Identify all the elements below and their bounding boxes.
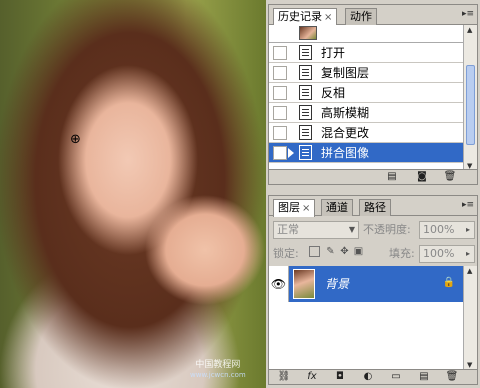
layers-panel-tabs: 图层 × 通道 路径 ▸≡ bbox=[269, 196, 477, 217]
scrollbar-thumb[interactable] bbox=[466, 65, 475, 145]
scroll-down-icon[interactable]: ▼ bbox=[467, 361, 472, 369]
opacity-value: 100% bbox=[423, 223, 455, 236]
fill-label: 填充: bbox=[389, 247, 415, 260]
history-item[interactable]: 反相 bbox=[269, 83, 465, 103]
history-panel-footer: ▤ ◙ 🗑 bbox=[269, 169, 477, 184]
history-brush-source-checkbox[interactable] bbox=[273, 106, 287, 120]
chevron-right-icon: ▸ bbox=[465, 249, 470, 258]
lock-all-icon[interactable]: ▣ bbox=[353, 246, 364, 257]
layers-panel-footer: ⛓ fx ◘ ◐ ▭ ▤ 🗑 bbox=[269, 369, 477, 384]
blend-mode-select[interactable]: 正常 ▼ bbox=[273, 221, 359, 239]
trash-icon[interactable]: 🗑 bbox=[443, 171, 457, 183]
tab-paths[interactable]: 路径 bbox=[359, 199, 391, 216]
tab-layers-label: 图层 bbox=[278, 201, 300, 214]
watermark-url: www.jcwcn.com bbox=[190, 371, 246, 379]
close-icon[interactable]: × bbox=[324, 12, 332, 23]
history-brush-source-checkbox[interactable] bbox=[273, 86, 287, 100]
eye-icon[interactable]: 👁 bbox=[269, 266, 289, 302]
fill-value: 100% bbox=[423, 247, 455, 260]
lock-position-icon[interactable]: ✥ bbox=[339, 246, 350, 257]
layers-scrollbar[interactable]: ▲ ▼ bbox=[463, 266, 477, 370]
layer-thumbnail bbox=[293, 269, 315, 299]
link-layers-icon[interactable]: ⛓ bbox=[277, 371, 291, 383]
layer-row-background[interactable]: 👁 背景 🔒 bbox=[269, 266, 465, 302]
opacity-field[interactable]: 100% ▸ bbox=[419, 221, 475, 239]
opacity-label: 不透明度: bbox=[363, 223, 411, 236]
lock-label: 锁定: bbox=[273, 247, 299, 260]
lock-image-pixels-icon[interactable]: ✎ bbox=[325, 246, 336, 257]
tab-history[interactable]: 历史记录 × bbox=[273, 8, 338, 26]
tab-channels-label: 通道 bbox=[326, 201, 348, 214]
lock-transparent-pixels-icon[interactable] bbox=[309, 246, 320, 257]
layers-panel: 图层 × 通道 路径 ▸≡ 正常 ▼ 不透明度: 100% ▸ 锁定: ✎ ✥ … bbox=[268, 195, 478, 385]
panel-menu-icon[interactable]: ▸≡ bbox=[462, 200, 474, 210]
history-item-label: 拼合图像 bbox=[321, 146, 370, 160]
history-item[interactable]: 高斯模糊 bbox=[269, 103, 465, 123]
new-group-icon[interactable]: ▭ bbox=[389, 371, 403, 383]
new-document-from-state-icon[interactable]: ▤ bbox=[385, 171, 399, 183]
history-state-icon bbox=[299, 65, 312, 80]
fill-field[interactable]: 100% ▸ bbox=[419, 245, 475, 263]
new-snapshot-icon[interactable]: ◙ bbox=[415, 171, 429, 183]
lock-icon: 🔒 bbox=[442, 277, 455, 288]
history-state-icon bbox=[299, 145, 312, 160]
trash-icon[interactable]: 🗑 bbox=[445, 371, 459, 383]
blend-opacity-row: 正常 ▼ 不透明度: 100% ▸ bbox=[269, 218, 477, 242]
layer-name[interactable]: 背景 bbox=[325, 275, 349, 292]
history-item-label: 高斯模糊 bbox=[321, 106, 370, 120]
history-item-label: 复制图层 bbox=[321, 66, 370, 80]
tab-actions-label: 动作 bbox=[350, 10, 372, 23]
history-brush-source-checkbox[interactable] bbox=[273, 46, 287, 60]
watermark: 中国教程网 www.jcwcn.com bbox=[190, 360, 246, 380]
history-state-icon bbox=[299, 85, 312, 100]
adjustment-layer-icon[interactable]: ◐ bbox=[361, 371, 375, 383]
tab-actions[interactable]: 动作 bbox=[345, 8, 377, 25]
scroll-up-icon[interactable]: ▲ bbox=[467, 267, 472, 275]
history-brush-source-checkbox[interactable] bbox=[273, 146, 287, 160]
history-state-icon bbox=[299, 105, 312, 120]
layer-list: 👁 背景 🔒 bbox=[269, 266, 465, 370]
current-state-arrow-icon bbox=[288, 148, 294, 158]
history-panel-tabs: 历史记录 × 动作 ▸≡ bbox=[269, 5, 477, 26]
blend-mode-value: 正常 bbox=[277, 223, 299, 236]
history-item-label: 反相 bbox=[321, 86, 346, 100]
chevron-down-icon: ▼ bbox=[348, 225, 356, 234]
lock-fill-row: 锁定: ✎ ✥ ▣ 填充: 100% ▸ bbox=[269, 242, 477, 266]
close-icon[interactable]: × bbox=[302, 203, 310, 214]
zoom-in-cursor-icon: ⊕ bbox=[70, 132, 81, 147]
history-item[interactable]: 打开 bbox=[269, 43, 465, 63]
document-canvas[interactable]: ⊕ 中国教程网 www.jcwcn.com bbox=[0, 0, 266, 388]
history-item-selected[interactable]: 拼合图像 bbox=[269, 143, 465, 163]
history-state-icon bbox=[299, 45, 312, 60]
tab-history-label: 历史记录 bbox=[278, 10, 322, 23]
panels-dock: 历史记录 × 动作 ▸≡ 打开 复制图层 反相 高斯模糊 混合更改 拼合图像 ▲… bbox=[266, 0, 480, 388]
history-panel: 历史记录 × 动作 ▸≡ 打开 复制图层 反相 高斯模糊 混合更改 拼合图像 ▲… bbox=[268, 4, 478, 185]
history-brush-source-checkbox[interactable] bbox=[273, 66, 287, 80]
history-state-icon bbox=[299, 125, 312, 140]
history-item-label: 打开 bbox=[321, 46, 346, 60]
watermark-title: 中国教程网 bbox=[195, 360, 241, 370]
history-scrollbar[interactable]: ▲ ▼ bbox=[463, 25, 477, 171]
scroll-up-icon[interactable]: ▲ bbox=[467, 26, 472, 34]
snapshot-thumbnail bbox=[299, 26, 317, 40]
history-item[interactable]: 复制图层 bbox=[269, 63, 465, 83]
history-brush-source-checkbox[interactable] bbox=[273, 126, 287, 140]
tab-channels[interactable]: 通道 bbox=[321, 199, 353, 216]
history-item[interactable]: 混合更改 bbox=[269, 123, 465, 143]
history-snapshot[interactable] bbox=[269, 25, 465, 43]
tab-paths-label: 路径 bbox=[364, 201, 386, 214]
tab-layers[interactable]: 图层 × bbox=[273, 199, 316, 217]
chevron-right-icon: ▸ bbox=[465, 225, 470, 234]
history-list: 打开 复制图层 反相 高斯模糊 混合更改 拼合图像 bbox=[269, 25, 465, 171]
history-item-label: 混合更改 bbox=[321, 126, 370, 140]
panel-menu-icon[interactable]: ▸≡ bbox=[462, 9, 474, 19]
new-layer-icon[interactable]: ▤ bbox=[417, 371, 431, 383]
add-mask-icon[interactable]: ◘ bbox=[333, 371, 347, 383]
layer-style-icon[interactable]: fx bbox=[305, 371, 319, 383]
